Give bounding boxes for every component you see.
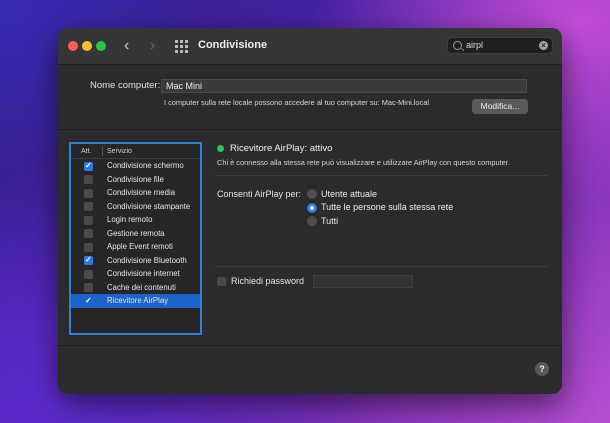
status-indicator-icon <box>217 145 224 152</box>
window-title: Condivisione <box>198 39 268 51</box>
service-row[interactable]: Condivisione stampante <box>71 200 200 214</box>
service-checkbox[interactable] <box>84 296 93 306</box>
search-icon <box>453 41 462 50</box>
allow-airplay-label: Consenti AirPlay per: <box>217 189 302 199</box>
minimize-window-button[interactable] <box>82 41 92 51</box>
zoom-window-button[interactable] <box>96 41 106 51</box>
computer-name-description: I computer sulla rete locale possono acc… <box>164 98 429 107</box>
search-field[interactable]: airpl × <box>447 37 553 54</box>
forward-button[interactable]: › <box>150 38 155 54</box>
service-label: Condivisione internet <box>107 269 180 278</box>
airplay-option-radio[interactable] <box>307 216 317 226</box>
clear-search-icon[interactable]: × <box>539 41 548 50</box>
help-button[interactable]: ? <box>535 362 549 376</box>
service-status: Ricevitore AirPlay: attivo <box>230 143 333 154</box>
service-row[interactable]: Condivisione file <box>71 173 200 187</box>
service-label: Login remoto <box>107 215 153 224</box>
back-button[interactable]: ‹ <box>124 38 129 54</box>
airplay-option-radio[interactable] <box>307 202 317 213</box>
service-checkbox[interactable] <box>84 215 93 225</box>
service-label: Condivisione file <box>107 174 164 184</box>
service-row[interactable]: Login remoto <box>71 213 200 227</box>
service-checkbox[interactable] <box>84 161 93 171</box>
sharing-window: ‹ › Condivisione airpl × Nome computer: … <box>58 28 562 394</box>
column-header-on[interactable]: Att. <box>81 148 92 155</box>
service-list-header: Att. Servizio <box>71 144 200 159</box>
column-header-service[interactable]: Servizio <box>107 148 132 155</box>
service-checkbox[interactable] <box>84 229 93 238</box>
service-label: Ricevitore AirPlay <box>107 296 169 305</box>
require-password-label[interactable]: Richiedi password <box>231 276 304 286</box>
password-field[interactable] <box>313 275 413 288</box>
service-checkbox[interactable] <box>84 202 93 211</box>
airplay-option-label[interactable]: Tutti <box>321 216 338 226</box>
service-description: Chi è connesso alla stessa rete può visu… <box>217 158 510 167</box>
airplay-option-label[interactable]: Tutte le persone sulla stessa rete <box>321 202 453 212</box>
service-row[interactable]: Condivisione schermo <box>71 159 200 173</box>
service-row[interactable]: Condivisione internet <box>71 267 200 281</box>
service-checkbox[interactable] <box>84 188 93 198</box>
service-list[interactable]: Att. Servizio Condivisione schermo Condiv… <box>69 142 202 335</box>
divider <box>215 266 548 267</box>
divider <box>58 345 562 346</box>
service-label: Cache dei contenuti <box>107 282 176 292</box>
service-checkbox[interactable] <box>84 255 93 265</box>
edit-button[interactable]: Modifica... <box>472 99 528 114</box>
close-window-button[interactable] <box>68 41 78 51</box>
service-checkbox[interactable] <box>84 283 93 292</box>
column-divider <box>102 146 103 156</box>
service-checkbox[interactable] <box>84 175 93 184</box>
airplay-option-label[interactable]: Utente attuale <box>321 189 377 199</box>
search-input[interactable]: airpl <box>466 40 483 50</box>
service-row[interactable]: Condivisione Bluetooth <box>71 254 200 268</box>
service-row[interactable]: Apple Event remoti <box>71 240 200 254</box>
service-label: Apple Event remoti <box>107 242 173 251</box>
preferences-content: Nome computer: Mac Mini I computer sulla… <box>58 65 562 394</box>
titlebar: ‹ › Condivisione airpl × <box>58 28 562 65</box>
show-all-grid-icon[interactable] <box>175 40 188 53</box>
service-label: Condivisione media <box>107 188 176 197</box>
service-row[interactable]: Condivisione media <box>71 186 200 200</box>
computer-name-field[interactable]: Mac Mini <box>161 79 527 93</box>
divider <box>58 129 562 130</box>
divider <box>215 175 548 176</box>
service-checkbox[interactable] <box>84 269 93 279</box>
service-row[interactable]: Cache dei contenuti <box>71 281 200 295</box>
require-password-checkbox[interactable] <box>217 277 226 286</box>
service-label: Gestione remota <box>107 228 165 238</box>
service-row[interactable]: Ricevitore AirPlay <box>71 294 200 308</box>
computer-name-section: Nome computer: Mac Mini I computer sulla… <box>58 65 562 123</box>
computer-name-label: Nome computer: <box>90 80 161 91</box>
service-label: Condivisione schermo <box>107 161 184 170</box>
service-label: Condivisione stampante <box>107 201 191 211</box>
service-checkbox[interactable] <box>84 242 93 252</box>
service-label: Condivisione Bluetooth <box>107 255 187 265</box>
airplay-option-radio[interactable] <box>307 189 317 199</box>
service-row[interactable]: Gestione remota <box>71 227 200 241</box>
